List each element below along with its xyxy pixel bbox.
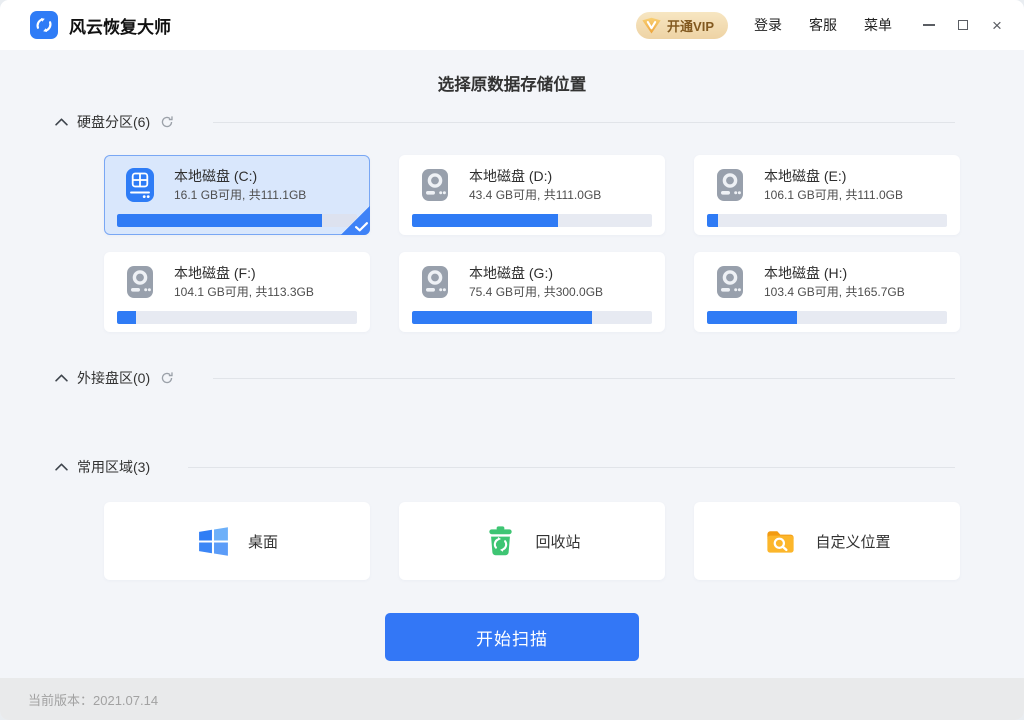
disk-name: 本地磁盘 (G:) [469,264,603,283]
disk-info: 43.4 GB可用, 共111.0GB [469,187,601,204]
disk-info: 103.4 GB可用, 共165.7GB [764,284,905,301]
hard-drive-icon [120,165,160,205]
chevron-up-icon[interactable] [55,463,68,471]
disk-usage-fill [707,214,718,227]
folder-search-icon [763,524,798,559]
recycle-bin-icon [483,524,518,559]
external-section-label: 外接盘区(0) [77,368,150,388]
disk-text: 本地磁盘 (C:) 16.1 GB可用, 共111.1GB [174,167,306,204]
disk-text: 本地磁盘 (E:) 106.1 GB可用, 共111.0GB [764,167,903,204]
desktop-card[interactable]: 桌面 [104,502,370,580]
topbar-nav: 登录 客服 菜单 [754,15,892,35]
disk-name: 本地磁盘 (F:) [174,264,314,283]
support-link[interactable]: 客服 [809,15,837,35]
hard-drive-icon [415,165,455,205]
disk-info: 75.4 GB可用, 共300.0GB [469,284,603,301]
status-bar: 当前版本：2021.07.14 [0,678,1024,720]
disk-usage-bar [117,311,357,324]
close-button[interactable]: × [986,14,1008,36]
refresh-external-button[interactable] [160,371,175,386]
window-controls: × [918,14,1008,36]
disk-text: 本地磁盘 (H:) 103.4 GB可用, 共165.7GB [764,264,905,301]
hard-drive-icon [710,262,750,302]
disk-name: 本地磁盘 (E:) [764,167,903,186]
chevron-up-icon[interactable] [55,374,68,382]
disk-card-h[interactable]: 本地磁盘 (H:) 103.4 GB可用, 共165.7GB [694,252,960,332]
chevron-up-icon[interactable] [55,118,68,126]
disk-usage-bar [707,214,947,227]
disk-card-f[interactable]: 本地磁盘 (F:) 104.1 GB可用, 共113.3GB [104,252,370,332]
section-header-partitions[interactable]: 硬盘分区(6) [55,110,955,134]
disk-info: 16.1 GB可用, 共111.1GB [174,187,306,204]
login-link[interactable]: 登录 [754,15,782,35]
disk-name: 本地磁盘 (C:) [174,167,306,186]
vip-badge-icon [641,16,662,35]
disk-info: 106.1 GB可用, 共111.0GB [764,187,903,204]
title-bar: 风云恢复大师 开通VIP 登录 客服 菜单 × [0,0,1024,50]
main-content: 选择原数据存储位置 硬盘分区(6) 本地磁盘 (C:) 16.1 GB可用, 共… [0,50,1024,678]
disk-usage-fill [412,311,592,324]
minimize-icon [923,24,935,26]
refresh-icon [160,115,174,129]
disk-text: 本地磁盘 (G:) 75.4 GB可用, 共300.0GB [469,264,603,301]
section-header-common[interactable]: 常用区域(3) [55,455,955,479]
hard-drive-icon [710,165,750,205]
start-scan-button[interactable]: 开始扫描 [385,613,639,661]
app-logo-icon [30,11,58,39]
common-card-label: 自定义位置 [815,531,890,552]
disk-usage-fill [117,311,136,324]
menu-link[interactable]: 菜单 [864,15,892,35]
close-icon: × [992,17,1002,34]
version-label: 当前版本：2021.07.14 [28,690,158,709]
app-brand: 风云恢复大师 [30,11,171,39]
common-card-label: 回收站 [535,531,580,552]
disk-info: 104.1 GB可用, 共113.3GB [174,284,314,301]
section-divider [188,467,955,468]
partitions-section-label: 硬盘分区(6) [77,112,150,132]
hard-drive-icon [415,262,455,302]
disk-card-e[interactable]: 本地磁盘 (E:) 106.1 GB可用, 共111.0GB [694,155,960,235]
page-title: 选择原数据存储位置 [0,50,1024,96]
section-divider [213,122,955,123]
section-divider [213,378,955,379]
maximize-icon [958,20,968,30]
minimize-button[interactable] [918,14,940,36]
disk-usage-bar [412,311,652,324]
check-icon [355,222,368,232]
disk-text: 本地磁盘 (D:) 43.4 GB可用, 共111.0GB [469,167,601,204]
disk-text: 本地磁盘 (F:) 104.1 GB可用, 共113.3GB [174,264,314,301]
disk-card-d[interactable]: 本地磁盘 (D:) 43.4 GB可用, 共111.0GB [399,155,665,235]
maximize-button[interactable] [952,14,974,36]
disk-usage-fill [117,214,322,227]
open-vip-button[interactable]: 开通VIP [636,12,728,39]
recycle-bin-card[interactable]: 回收站 [399,502,665,580]
disk-name: 本地磁盘 (D:) [469,167,601,186]
disk-usage-bar [117,214,357,227]
vip-button-label: 开通VIP [667,16,714,35]
app-window: 风云恢复大师 开通VIP 登录 客服 菜单 × 选择原数据存储位置 硬盘分区(6… [0,0,1024,720]
disk-usage-fill [707,311,797,324]
refresh-partitions-button[interactable] [160,115,175,130]
selected-check-corner [341,206,370,235]
disk-usage-bar [707,311,947,324]
disk-name: 本地磁盘 (H:) [764,264,905,283]
common-section-label: 常用区域(3) [77,457,150,477]
disk-card-c[interactable]: 本地磁盘 (C:) 16.1 GB可用, 共111.1GB [104,155,370,235]
disk-card-g[interactable]: 本地磁盘 (G:) 75.4 GB可用, 共300.0GB [399,252,665,332]
common-area-grid: 桌面 回收站 自定义位置 [104,502,960,580]
refresh-icon [160,371,174,385]
app-title: 风云恢复大师 [69,13,171,38]
disk-grid: 本地磁盘 (C:) 16.1 GB可用, 共111.1GB 本地磁盘 (D:) [104,155,960,332]
section-header-external[interactable]: 外接盘区(0) [55,366,955,390]
common-card-label: 桌面 [248,531,278,552]
disk-usage-fill [412,214,558,227]
custom-location-card[interactable]: 自定义位置 [694,502,960,580]
hard-drive-icon [120,262,160,302]
disk-usage-bar [412,214,652,227]
windows-logo-icon [196,524,231,559]
